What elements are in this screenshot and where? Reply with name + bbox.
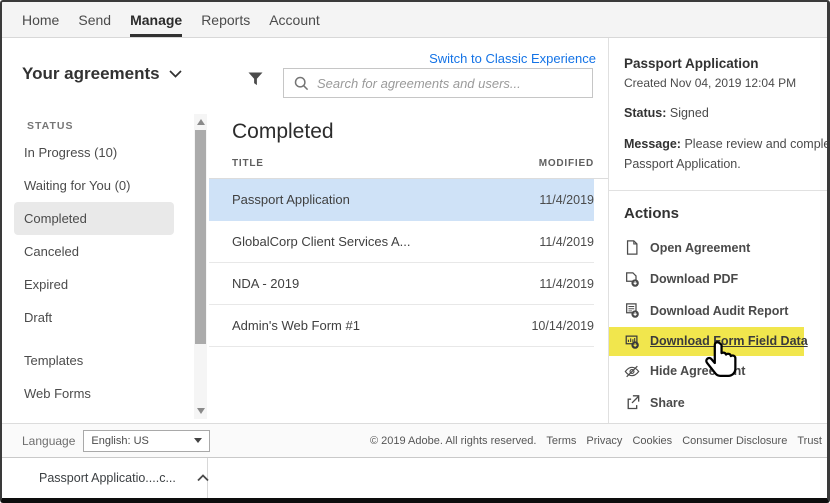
sidebar-item-canceled[interactable]: Canceled xyxy=(2,235,209,268)
footer-link-consumer-disclosure[interactable]: Consumer Disclosure xyxy=(682,435,787,447)
action-open-agreement[interactable]: Open Agreement xyxy=(624,232,827,264)
message-text: Please review and complete xyxy=(684,137,827,151)
footer-link-terms[interactable]: Terms xyxy=(546,435,576,447)
sidebar-scrollbar[interactable] xyxy=(194,114,207,419)
copyright-text: © 2019 Adobe. All rights reserved. xyxy=(370,435,536,447)
language-chooser: Language English: US xyxy=(22,430,210,452)
message-label: Message: xyxy=(624,137,681,151)
footer-link-cookies[interactable]: Cookies xyxy=(632,435,672,447)
action-hide-agreement[interactable]: Hide Agreement xyxy=(624,356,827,388)
download-form-field-data-icon xyxy=(624,333,640,350)
nav-account[interactable]: Account xyxy=(269,2,320,37)
column-header-modified[interactable]: MODIFIED xyxy=(539,158,594,169)
status-section-label: STATUS xyxy=(2,110,209,136)
language-label: Language xyxy=(22,434,75,448)
sidebar-item-draft[interactable]: Draft xyxy=(2,301,209,334)
document-icon xyxy=(624,239,640,256)
sidebar-item-waiting-for-you[interactable]: Waiting for You (0) xyxy=(2,169,209,202)
status-label: Status: xyxy=(624,106,666,120)
downloaded-file-item[interactable]: x Passport Applicatio....c... xyxy=(2,458,208,498)
footer-bar: Language English: US © 2019 Adobe. All r… xyxy=(2,423,827,458)
switch-to-classic-link[interactable]: Switch to Classic Experience xyxy=(429,51,596,66)
sidebar-item-expired[interactable]: Expired xyxy=(2,268,209,301)
agreement-title: Passport Application xyxy=(624,56,827,71)
action-download-audit-report[interactable]: Download Audit Report xyxy=(624,295,827,327)
downloaded-file-name: Passport Applicatio....c... xyxy=(39,471,176,485)
download-pdf-icon xyxy=(624,271,640,288)
agreements-scope-label: Your agreements xyxy=(22,64,160,84)
status-sidebar: STATUS In Progress (10) Waiting for You … xyxy=(2,110,209,423)
select-caret-icon xyxy=(194,438,202,443)
scroll-up-arrow-icon[interactable] xyxy=(197,119,205,125)
row-title: Admin's Web Form #1 xyxy=(232,318,360,333)
app-window: Home Send Manage Reports Account Your ag… xyxy=(0,0,830,503)
row-modified: 10/14/2019 xyxy=(531,319,594,333)
search-input[interactable] xyxy=(317,76,582,91)
agreement-details-panel: Passport Application Created Nov 04, 201… xyxy=(608,38,827,423)
column-header-title[interactable]: TITLE xyxy=(232,158,264,169)
scroll-down-arrow-icon[interactable] xyxy=(197,408,205,414)
filter-funnel-icon[interactable] xyxy=(247,71,264,87)
download-audit-report-icon xyxy=(624,302,640,319)
row-title: NDA - 2019 xyxy=(232,276,299,291)
sidebar-item-web-forms[interactable]: Web Forms xyxy=(2,377,209,410)
row-modified: 11/4/2019 xyxy=(539,277,594,291)
actions-heading: Actions xyxy=(624,205,827,222)
row-modified: 11/4/2019 xyxy=(539,193,594,207)
eye-off-icon xyxy=(624,363,640,380)
action-share[interactable]: Share xyxy=(624,387,827,419)
language-select[interactable]: English: US xyxy=(83,430,210,452)
nav-send[interactable]: Send xyxy=(78,2,111,37)
sidebar-item-completed[interactable]: Completed xyxy=(14,202,174,235)
table-row[interactable]: Admin's Web Form #1 10/14/2019 xyxy=(209,305,594,347)
row-title: Passport Application xyxy=(232,192,350,207)
agreement-status: Status: Signed xyxy=(624,106,827,120)
nav-manage[interactable]: Manage xyxy=(130,2,182,37)
chevron-up-icon[interactable] xyxy=(197,474,209,482)
legal-links: © 2019 Adobe. All rights reserved. Terms… xyxy=(370,435,822,447)
table-row[interactable]: NDA - 2019 11/4/2019 xyxy=(209,263,594,305)
nav-home[interactable]: Home xyxy=(22,2,59,37)
sidebar-item-in-progress[interactable]: In Progress (10) xyxy=(2,136,209,169)
agreements-scope-dropdown[interactable]: Your agreements xyxy=(22,64,182,84)
row-modified: 11/4/2019 xyxy=(539,235,594,249)
row-title: GlobalCorp Client Services A... xyxy=(232,234,410,249)
sidebar-item-templates[interactable]: Templates xyxy=(2,344,209,377)
message-text-line2: Passport Application. xyxy=(624,154,827,174)
agreements-list: Completed TITLE MODIFIED Passport Applic… xyxy=(209,110,609,423)
action-download-form-field-data[interactable]: Download Form Field Data xyxy=(609,327,804,356)
footer-link-privacy[interactable]: Privacy xyxy=(586,435,622,447)
language-value: English: US xyxy=(91,435,148,447)
list-heading: Completed xyxy=(232,120,609,144)
table-header: TITLE MODIFIED xyxy=(209,158,609,179)
magnifier-icon xyxy=(294,76,309,91)
status-value: Signed xyxy=(670,106,709,120)
panel-divider xyxy=(609,190,827,191)
top-nav: Home Send Manage Reports Account xyxy=(2,2,827,38)
share-icon xyxy=(624,394,640,411)
footer-link-trust[interactable]: Trust xyxy=(797,435,822,447)
table-row[interactable]: Passport Application 11/4/2019 xyxy=(209,179,594,221)
list-header: Your agreements Switch to Classic Experi… xyxy=(2,38,609,110)
agreement-created-date: Created Nov 04, 2019 12:04 PM xyxy=(624,76,827,90)
chevron-down-icon xyxy=(169,70,182,78)
agreement-message: Message: Please review and complete xyxy=(624,134,827,154)
action-download-pdf[interactable]: Download PDF xyxy=(624,264,827,296)
nav-reports[interactable]: Reports xyxy=(201,2,250,37)
search-box xyxy=(283,68,593,98)
actions-list: Open Agreement Download PDF xyxy=(624,232,827,419)
download-bar: x Passport Applicatio....c... xyxy=(2,458,827,498)
table-row[interactable]: GlobalCorp Client Services A... 11/4/201… xyxy=(209,221,594,263)
scrollbar-thumb[interactable] xyxy=(195,130,206,344)
